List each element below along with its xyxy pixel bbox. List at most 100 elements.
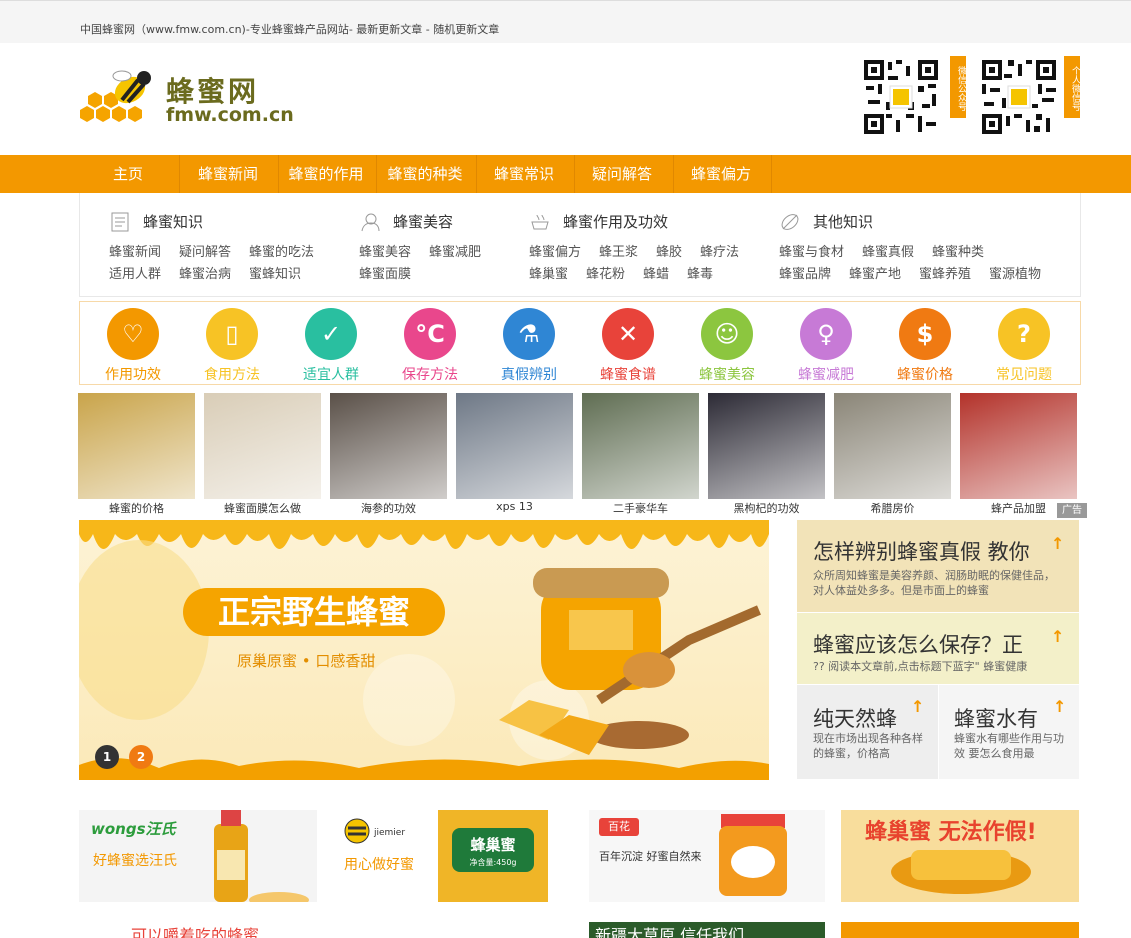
ad-banner-text: 用心做好蜜 (344, 857, 414, 873)
thumbnail-image[interactable] (582, 393, 699, 499)
category-link[interactable]: 蜜蜂养殖 (919, 264, 971, 286)
article-title[interactable]: 怎样辨别蜂蜜真假 教你 (813, 536, 1030, 566)
category-link[interactable]: 蜂毒 (687, 264, 713, 286)
category-link[interactable]: 蜂蜜的吃法 (249, 242, 314, 264)
arrow-up-icon: ↑ (1051, 534, 1065, 553)
nav-honey-effects[interactable]: 蜂蜜的作用 (278, 155, 374, 193)
category-title[interactable]: 其他知识 (813, 211, 873, 232)
article-title[interactable]: 蜂蜜应该怎么保存？正 (813, 629, 1023, 659)
topic-mask[interactable]: ☺ 蜂蜜美容 (692, 308, 762, 384)
thumbnail-image[interactable] (204, 393, 321, 499)
category-link[interactable]: 蜂蜜偏方 (529, 242, 581, 264)
category-link[interactable]: 蜂蜜种类 (932, 242, 984, 264)
ad-banner-wangs[interactable]: wongs汪氏 好蜂蜜选汪氏 (79, 810, 317, 902)
brand-logo-baihua: 百花 (599, 818, 639, 836)
topic-body[interactable]: ♀ 蜂蜜减肥 (791, 308, 861, 384)
nav-honey-types[interactable]: 蜂蜜的种类 (376, 155, 474, 193)
nav-honey-remedies[interactable]: 蜂蜜偏方 (673, 155, 769, 193)
thumbnail-image[interactable] (330, 393, 447, 499)
topic-dollar[interactable]: $ 蜂蜜价格 (890, 308, 960, 384)
category-link[interactable]: 适用人群 (109, 264, 161, 286)
category-link[interactable]: 蜂蜜面膜 (359, 264, 411, 286)
thumbnail-caption[interactable]: 希腊房价 (834, 500, 951, 516)
flask-icon: ⚗ (503, 308, 555, 360)
top-info-bar: 中国蜂蜜网（www.fmw.com.cn)-专业蜂蜜蜂产品网站- 最新更新文章 … (0, 0, 1131, 43)
thumbnail-image[interactable] (834, 393, 951, 499)
category-link[interactable]: 蜂蜜产地 (849, 264, 901, 286)
ad-label: 广告 (1057, 503, 1087, 518)
thumbnail-caption[interactable]: 黑枸杞的功效 (708, 500, 825, 516)
category-title[interactable]: 蜂蜜知识 (143, 211, 203, 232)
ad-banner-text: 新疆大草原 信任我们 (595, 926, 745, 938)
category-link[interactable]: 蜂蜜品牌 (779, 264, 831, 286)
quick-topic-strip: ♡ 作用功效 ▯ 食用方法 ✓ 适宜人群 °C 保存方法 ⚗ 真假辨别 ✕ 蜂蜜食谱 ☺ 蜂蜜美容 ♀ 蜂蜜减… (79, 301, 1081, 385)
nav-faq[interactable]: 疑问解答 (574, 155, 670, 193)
ad-banner-text: 可以嚼着吃的蜂蜜 (131, 926, 260, 938)
thumbnail-caption[interactable]: 蜂蜜的价格 (78, 500, 195, 516)
category-title[interactable]: 蜂蜜作用及功效 (563, 211, 668, 232)
category-link[interactable]: 疑问解答 (179, 242, 231, 264)
thumbnail-caption[interactable]: 二手豪华车 (582, 500, 699, 516)
category-link[interactable]: 蜂胶 (656, 242, 682, 264)
ad-banner-honeycomb[interactable]: 蜂巢蜜 无法作假! (841, 810, 1079, 902)
topic-check[interactable]: ✓ 适宜人群 (296, 308, 366, 384)
category-link[interactable]: 蜂花粉 (586, 264, 625, 286)
ad-banner-bottom-right[interactable] (841, 922, 1079, 938)
hero-image (79, 520, 769, 780)
category-link[interactable]: 蜂蜜真假 (862, 242, 914, 264)
ad-banner-xinjiang[interactable]: 新疆大草原 信任我们 (589, 922, 825, 938)
category-link[interactable]: 蜂疗法 (700, 242, 739, 264)
topic-label: 真假辨别 (501, 367, 557, 383)
thumbnail-image[interactable] (78, 393, 195, 499)
site-logo[interactable]: 蜂蜜网 fmw.com.cn (78, 66, 298, 130)
wechat-public-tag: 微信公众号 (950, 56, 966, 118)
glass-icon: ▯ (206, 308, 258, 360)
topic-glass[interactable]: ▯ 食用方法 (197, 308, 267, 384)
category-title[interactable]: 蜂蜜美容 (393, 211, 453, 232)
topic-temperature[interactable]: °C 保存方法 (395, 308, 465, 384)
topic-flask[interactable]: ⚗ 真假辨别 (494, 308, 564, 384)
category-link[interactable]: 蜂蜜与食材 (779, 242, 844, 264)
nav-honey-knowledge[interactable]: 蜂蜜常识 (476, 155, 572, 193)
thumbnail-image[interactable] (708, 393, 825, 499)
article-card-3[interactable]: 纯天然蜂 ↑ 现在市场出现各种各样的蜂蜜，价格高 (797, 685, 938, 779)
heart-icon: ♡ (107, 308, 159, 360)
topic-question[interactable]: ? 常见问题 (989, 308, 1059, 384)
carousel-dot-1[interactable]: 1 (95, 745, 119, 769)
article-card-4[interactable]: 蜂蜜水有 ↑ 蜂蜜水有哪些作用与功效 要怎么食用最 (939, 685, 1079, 779)
article-card-1[interactable]: 怎样辨别蜂蜜真假 教你 ↑ 众所周知蜂蜜是美容养颜、润肠助眠的保健佳品，对人体益… (797, 520, 1079, 612)
topic-label: 蜂蜜价格 (897, 367, 953, 383)
category-link[interactable]: 蜜蜂知识 (249, 264, 301, 286)
ad-banner-baihua[interactable]: 百花 百年沉淀 好蜜自然来 (589, 810, 825, 902)
arrow-up-icon: ↑ (1051, 627, 1065, 646)
hero-title: 正宗野生蜂蜜 (217, 593, 410, 631)
topic-cutlery[interactable]: ✕ 蜂蜜食谱 (593, 308, 663, 384)
article-title[interactable]: 蜂蜜水有 (954, 703, 1038, 733)
category-link[interactable]: 蜂蜜新闻 (109, 242, 161, 264)
thumbnail-caption[interactable]: 蜂蜜面膜怎么做 (204, 500, 321, 516)
topic-heart[interactable]: ♡ 作用功效 (98, 308, 168, 384)
thumbnail-image[interactable] (960, 393, 1077, 499)
thumbnail-caption[interactable]: xps 13 (456, 500, 573, 513)
topic-label: 保存方法 (402, 367, 458, 383)
article-card-2[interactable]: 蜂蜜应该怎么保存？正 ↑ ?? 阅读本文章前,点击标题下蓝字" 蜂蜜健康 (797, 613, 1079, 684)
category-link[interactable]: 蜂蜡 (643, 264, 669, 286)
ad-banner-chewable-honey[interactable]: 可以嚼着吃的蜂蜜 (79, 920, 317, 938)
carousel-dot-2[interactable]: 2 (129, 745, 153, 769)
body-icon: ♀ (800, 308, 852, 360)
nav-home[interactable]: 主页 (80, 155, 176, 193)
category-link[interactable]: 蜂蜜减肥 (429, 242, 481, 264)
thumbnail-caption[interactable]: 海参的功效 (330, 500, 447, 516)
thumbnail-image[interactable] (456, 393, 573, 499)
category-link[interactable]: 蜂蜜治病 (179, 264, 231, 286)
category-link[interactable]: 蜂巢蜜 (529, 264, 568, 286)
category-link[interactable]: 蜂蜜美容 (359, 242, 411, 264)
topic-label: 蜂蜜食谱 (600, 367, 656, 383)
category-link[interactable]: 蜜源植物 (989, 264, 1041, 286)
ad-banner-jiemier[interactable]: jiemier 用心做好蜜 蜂巢蜜 净含量:450g (334, 810, 549, 902)
hero-title-badge: 正宗野生蜂蜜 (183, 588, 445, 636)
article-title[interactable]: 纯天然蜂 (813, 703, 897, 733)
hero-carousel[interactable]: 正宗野生蜂蜜 原巢原蜜 • 口感香甜 1 2 (79, 520, 769, 780)
category-link[interactable]: 蜂王浆 (599, 242, 638, 264)
nav-honey-news[interactable]: 蜂蜜新闻 (180, 155, 276, 193)
